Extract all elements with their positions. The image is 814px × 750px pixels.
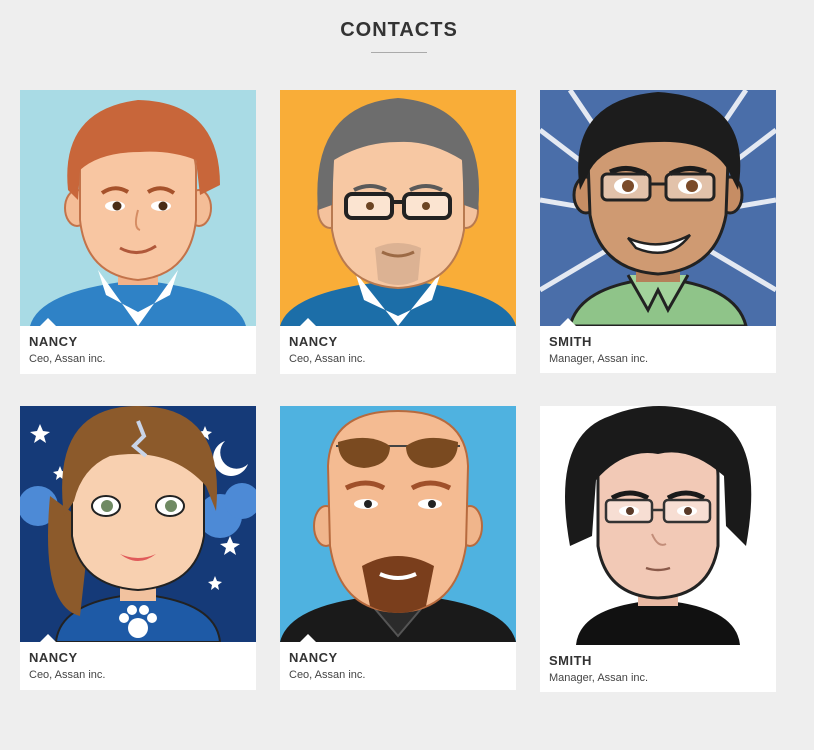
contact-card[interactable]: SMITH Manager, Assan inc. xyxy=(540,90,776,373)
contact-name: NANCY xyxy=(29,334,78,349)
card-pointer xyxy=(560,318,576,326)
contact-name: NANCY xyxy=(289,334,338,349)
contact-name: SMITH xyxy=(549,653,592,668)
cartoon-grey-haired-man-glasses-avatar xyxy=(280,90,516,326)
cartoon-woman-night-sky-avatar xyxy=(20,406,256,642)
contact-card[interactable]: NANCY Ceo, Assan inc. xyxy=(20,406,256,690)
contact-card[interactable]: SMITH Manager, Assan inc. xyxy=(540,406,776,692)
card-pointer xyxy=(300,634,316,642)
title-divider xyxy=(371,52,427,53)
contact-name: SMITH xyxy=(549,334,592,349)
contact-role: Ceo, Assan inc. xyxy=(29,669,106,681)
contact-card[interactable]: NANCY Ceo, Assan inc. xyxy=(20,90,256,374)
contact-role: Ceo, Assan inc. xyxy=(289,669,366,681)
contact-role: Ceo, Assan inc. xyxy=(289,353,366,365)
cartoon-bald-man-sunglasses-avatar xyxy=(280,406,516,642)
card-pointer xyxy=(300,318,316,326)
contact-name: NANCY xyxy=(29,650,78,665)
cartoon-black-haired-man-glasses-avatar xyxy=(540,406,776,645)
cartoon-smiling-man-glasses-avatar xyxy=(540,90,776,326)
card-pointer xyxy=(40,634,56,642)
card-pointer xyxy=(40,318,56,326)
contact-role: Manager, Assan inc. xyxy=(549,672,649,684)
contact-name: NANCY xyxy=(289,650,338,665)
contact-card[interactable]: NANCY Ceo, Assan inc. xyxy=(280,90,516,374)
contact-role: Ceo, Assan inc. xyxy=(29,353,106,365)
contact-card[interactable]: NANCY Ceo, Assan inc. xyxy=(280,406,516,690)
section-title: CONTACTS xyxy=(340,19,458,41)
contact-role: Manager, Assan inc. xyxy=(549,353,649,365)
cartoon-redhead-man-avatar xyxy=(20,90,256,326)
